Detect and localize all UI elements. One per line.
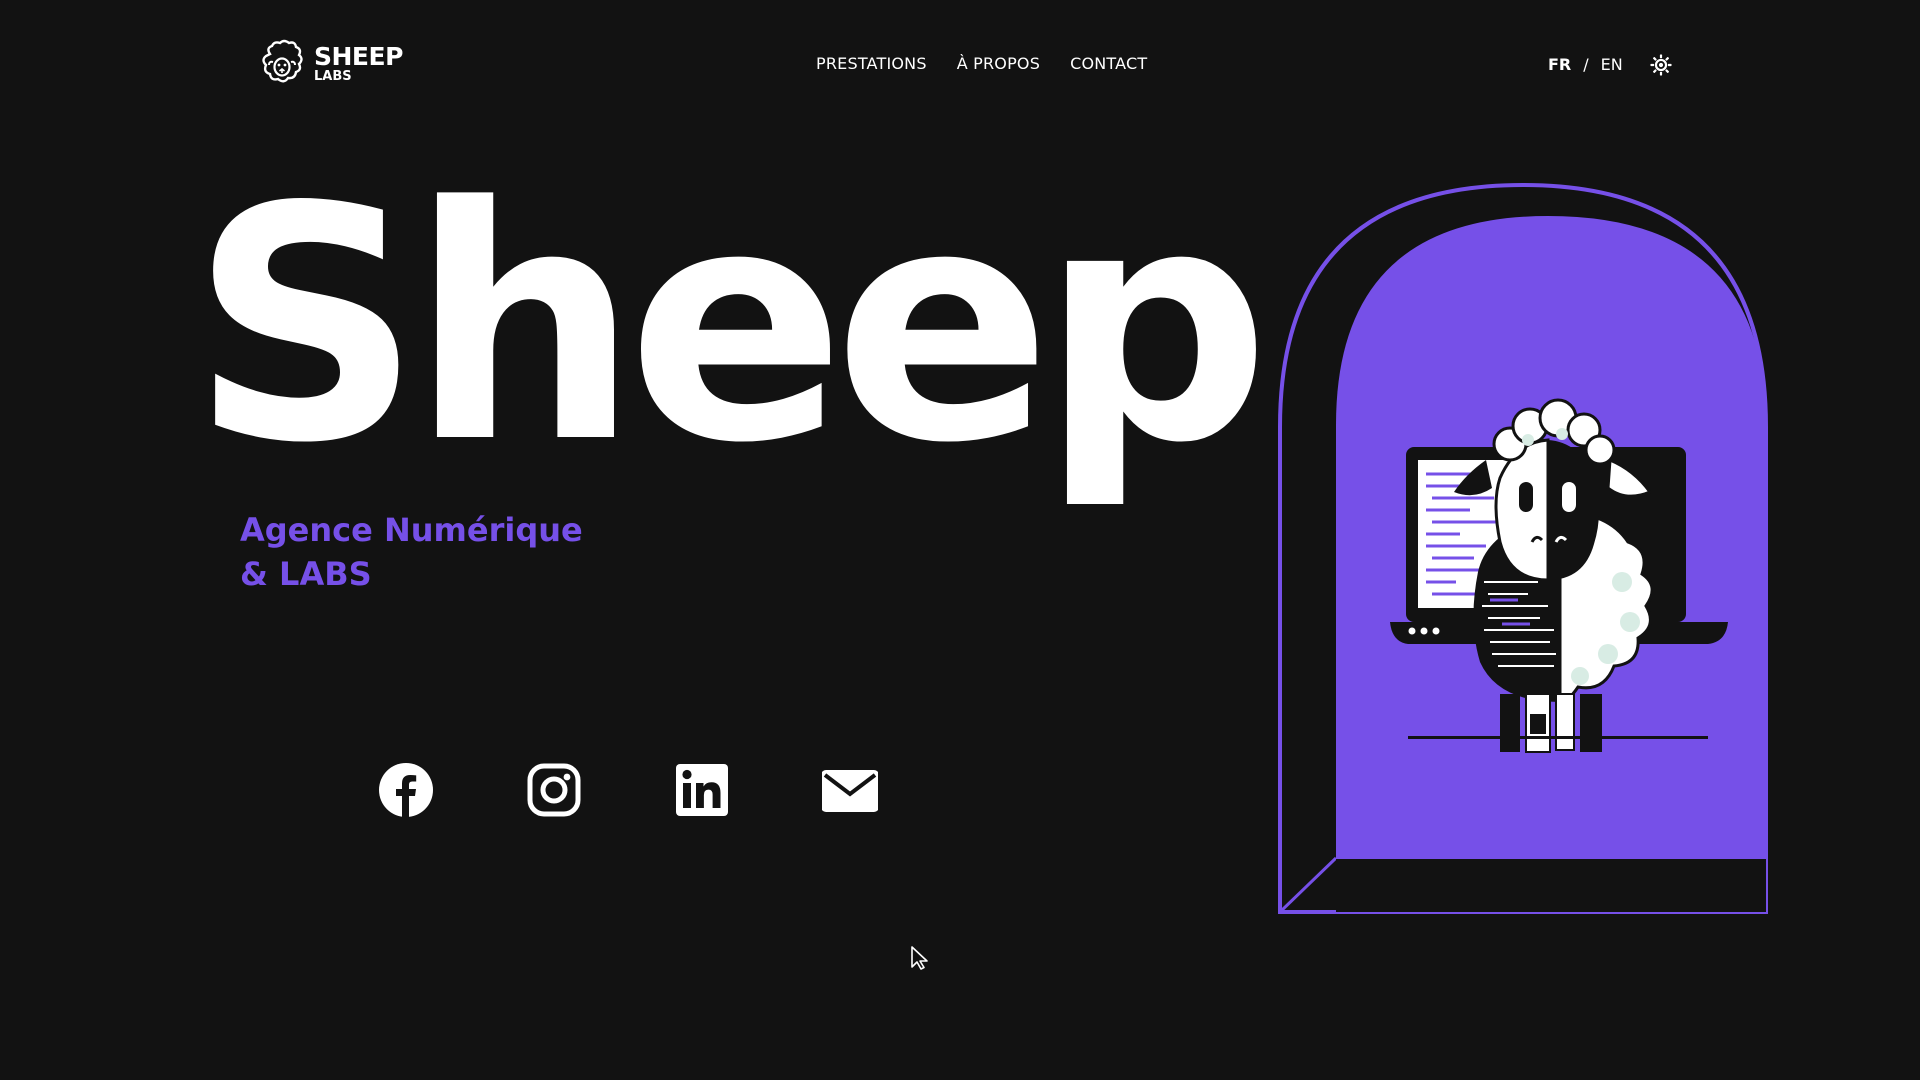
linkedin-link[interactable]	[674, 762, 730, 818]
lang-separator: /	[1583, 55, 1589, 74]
nav-link-prestations[interactable]: PRESTATIONS	[816, 54, 927, 73]
theme-toggle-button[interactable]	[1650, 54, 1672, 76]
nav-link-contact[interactable]: CONTACT	[1070, 54, 1147, 73]
instagram-icon	[527, 763, 581, 817]
brand-sub: LABS	[314, 68, 352, 84]
language-switcher: FR / EN	[1548, 55, 1623, 74]
lang-fr-link[interactable]: FR	[1548, 55, 1571, 74]
linkedin-icon	[676, 764, 728, 816]
facebook-icon	[379, 763, 433, 817]
brand-name: SHEEP	[314, 41, 403, 71]
nav-link-a-propos[interactable]: À PROPOS	[957, 54, 1040, 73]
lang-en-link[interactable]: EN	[1601, 55, 1623, 74]
facebook-link[interactable]	[378, 762, 434, 818]
tagline-line-2: & LABS	[240, 555, 372, 593]
tagline-line-1: Agence Numérique	[240, 511, 583, 549]
sheep-arch-illustration	[1278, 182, 1768, 914]
brand-logo[interactable]: SHEEP LABS	[256, 38, 403, 88]
hero-title: Sheep	[190, 138, 1270, 513]
main-nav: PRESTATIONS À PROPOS CONTACT	[816, 54, 1147, 73]
mouse-cursor-icon	[911, 946, 928, 970]
instagram-link[interactable]	[526, 762, 582, 818]
mail-icon	[821, 770, 879, 812]
email-link[interactable]	[821, 762, 879, 818]
sun-icon	[1650, 54, 1672, 76]
sheep-logo-icon	[262, 39, 303, 83]
social-links	[378, 762, 879, 818]
hero-tagline: Agence Numérique & LABS	[240, 508, 583, 596]
